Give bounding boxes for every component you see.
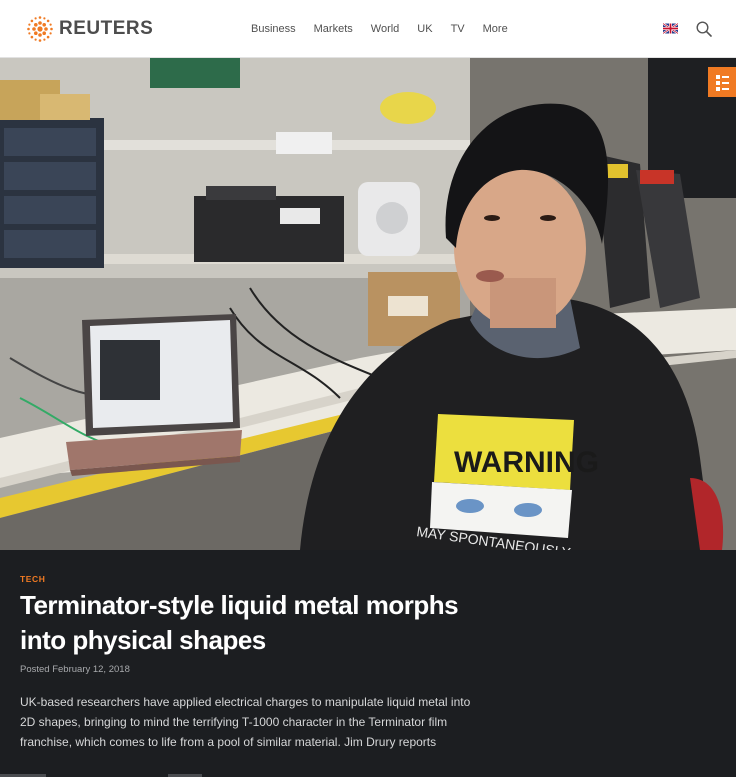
- article-summary: UK-based researchers have applied electr…: [20, 695, 471, 749]
- reuters-logo-icon: [27, 16, 53, 42]
- article-title: Terminator-style liquid metal morphs int…: [20, 590, 459, 655]
- share-button[interactable]: [708, 67, 736, 97]
- nav-item-markets[interactable]: Markets: [314, 23, 353, 35]
- video-player[interactable]: WARNING MAY SPONTANEOUSLY: [0, 58, 736, 550]
- nav-item-tv[interactable]: TV: [451, 23, 465, 35]
- video-still-image: WARNING MAY SPONTANEOUSLY: [0, 58, 736, 550]
- nav-item-more[interactable]: More: [483, 23, 508, 35]
- shirt-warning-text: WARNING: [454, 446, 599, 479]
- article-category[interactable]: TECH: [20, 574, 46, 584]
- nav-item-uk[interactable]: UK: [417, 23, 432, 35]
- site-header: REUTERS Business Markets World UK TV Mor…: [0, 0, 736, 58]
- article-posted-date: Posted February 12, 2018: [20, 664, 130, 675]
- nav-item-business[interactable]: Business: [251, 23, 296, 35]
- share-icon: [716, 75, 729, 91]
- logo-text: REUTERS: [59, 18, 154, 39]
- uk-flag-icon[interactable]: [663, 23, 678, 34]
- reuters-logo[interactable]: REUTERS: [26, 14, 153, 44]
- main-nav: Business Markets World UK TV More: [251, 0, 526, 58]
- search-icon[interactable]: [696, 21, 712, 37]
- nav-item-world[interactable]: World: [371, 23, 400, 35]
